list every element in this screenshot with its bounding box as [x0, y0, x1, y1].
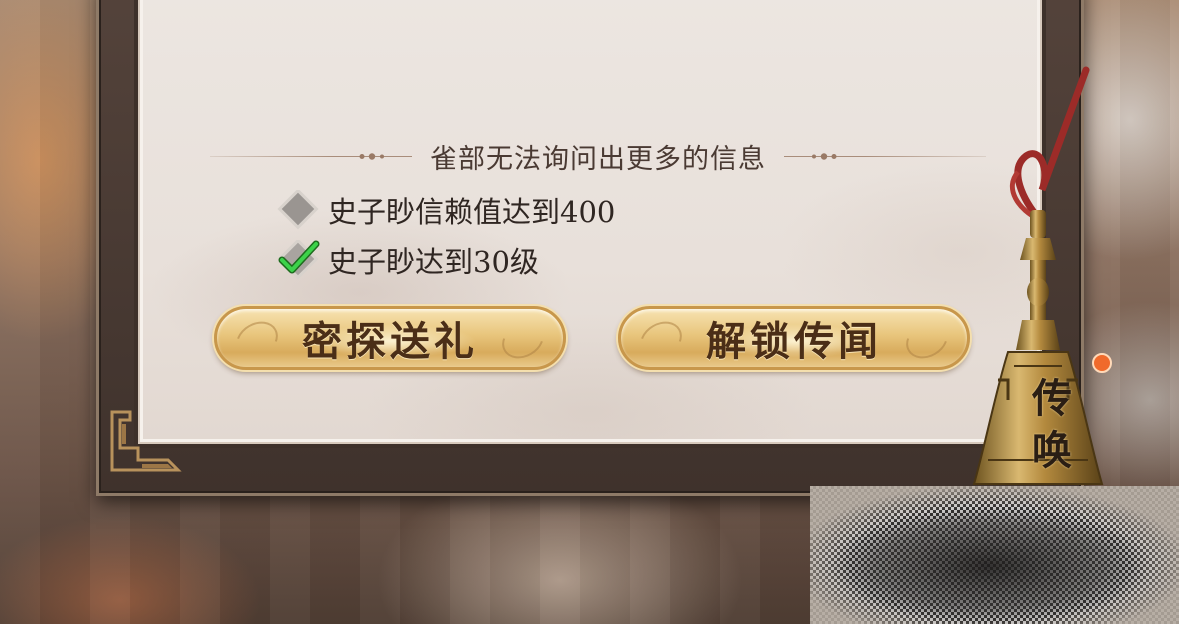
notification-dot: [1092, 353, 1112, 373]
noise-overlay-fade: [810, 486, 1179, 624]
bell-label-line2: 唤: [1032, 427, 1072, 474]
check-diamond-icon: [276, 238, 320, 280]
section-heading: 雀部无法询问出更多的信息: [210, 138, 986, 175]
rule-ornament-icon: [359, 152, 384, 160]
section-heading-text: 雀部无法询问出更多的信息: [430, 143, 766, 175]
grey-diamond-icon: [276, 188, 320, 230]
heading-rule-right: [784, 152, 986, 160]
secret-gift-button-label: 密探送礼: [302, 318, 478, 365]
unlock-rumor-button[interactable]: 解锁传闻: [618, 306, 970, 370]
heading-rule-left: [210, 152, 412, 160]
bell-label-line1: 传: [1032, 375, 1072, 422]
rule-ornament-icon: [812, 152, 837, 160]
condition-character-level: 史子眇达到30级: [276, 238, 539, 280]
summon-bell-button[interactable]: 传 唤: [968, 60, 1108, 500]
frame-corner-ornament: [110, 410, 182, 472]
condition-text: 史子眇信赖值达到400: [328, 195, 616, 229]
secret-gift-button[interactable]: 密探送礼: [214, 306, 566, 370]
condition-text: 史子眇达到30级: [328, 245, 539, 279]
condition-trust-level: 史子眇信赖值达到400: [276, 188, 616, 230]
unlock-rumor-button-label: 解锁传闻: [706, 318, 882, 365]
